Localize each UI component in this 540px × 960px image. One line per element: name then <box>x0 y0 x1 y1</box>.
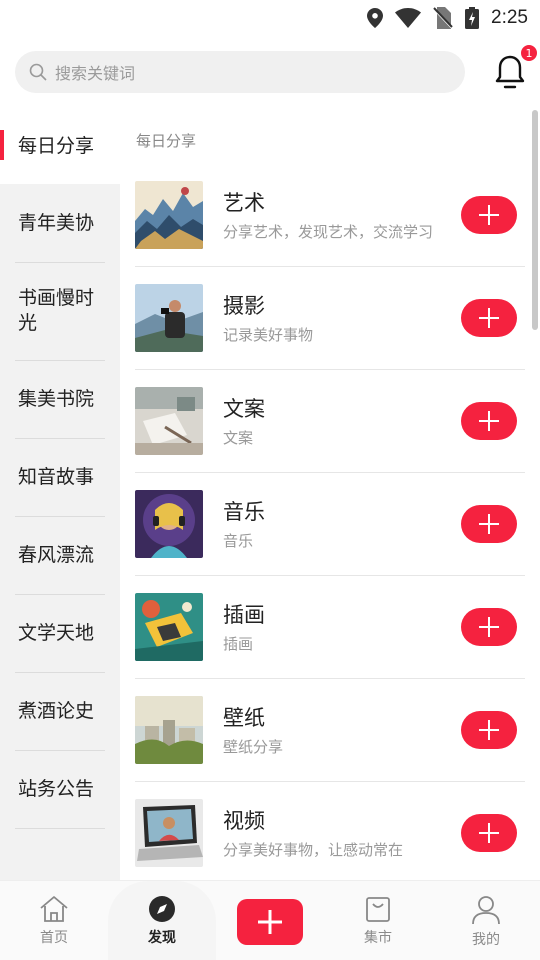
sidebar-item-label: 煮酒论史 <box>18 700 95 723</box>
card-description: 插画 <box>223 635 254 653</box>
plus-icon <box>479 205 499 225</box>
sidebar-item-calligraphy[interactable]: 书画慢时光 <box>0 263 120 359</box>
tab-label: 首页 <box>40 930 68 946</box>
user-icon <box>472 896 500 925</box>
card-description: 记录美好事物 <box>223 326 314 344</box>
plus-icon <box>479 617 499 637</box>
search-placeholder: 搜索关键词 <box>55 64 136 83</box>
thumbnail-image <box>135 387 203 455</box>
no-sim-icon <box>433 7 453 29</box>
list-item[interactable]: 壁纸 壁纸分享 <box>135 696 525 799</box>
card-title: 音乐 <box>223 500 265 524</box>
card-title: 壁纸 <box>223 706 265 730</box>
card-title: 摄影 <box>223 294 265 318</box>
tab-label: 发现 <box>148 930 176 946</box>
card-description: 文案 <box>223 429 254 447</box>
category-sidebar: 每日分享 青年美协 书画慢时光 集美书院 知音故事 春风漂流 文学天地 煮酒论史… <box>0 108 120 880</box>
plus-icon <box>258 910 282 934</box>
list-item[interactable]: 文案 文案 <box>135 387 525 490</box>
add-button[interactable] <box>461 814 517 852</box>
card-title: 插画 <box>223 603 265 627</box>
thumbnail-image <box>135 696 203 764</box>
location-icon <box>367 8 384 28</box>
divider <box>135 472 525 473</box>
add-button[interactable] <box>461 402 517 440</box>
publish-button[interactable] <box>237 899 303 945</box>
list-item[interactable]: 音乐 音乐 <box>135 490 525 593</box>
list-item[interactable]: 摄影 记录美好事物 <box>135 284 525 387</box>
card-title: 视频 <box>223 809 265 833</box>
divider <box>135 781 525 782</box>
sidebar-item-label: 知音故事 <box>18 466 95 489</box>
sidebar-item-stories[interactable]: 知音故事 <box>0 439 120 516</box>
divider <box>135 369 525 370</box>
add-button[interactable] <box>461 608 517 646</box>
search-input[interactable]: 搜索关键词 <box>15 51 465 93</box>
sidebar-item-label: 青年美协 <box>18 211 95 234</box>
plus-icon <box>479 411 499 431</box>
notification-badge: 1 <box>520 44 538 62</box>
sidebar-item-youth-art[interactable]: 青年美协 <box>0 184 120 262</box>
tab-discover[interactable]: 发现 <box>108 881 216 960</box>
thumbnail-image <box>135 181 203 249</box>
sidebar-item-label: 书画慢时光 <box>18 287 95 334</box>
sidebar-item-label: 集美书院 <box>18 388 95 411</box>
add-button[interactable] <box>461 299 517 337</box>
card-title: 文案 <box>223 397 265 421</box>
sidebar-item-label: 每日分享 <box>18 134 95 157</box>
thumbnail-image <box>135 593 203 661</box>
thumbnail-image <box>135 490 203 558</box>
plus-icon <box>479 514 499 534</box>
tab-home[interactable]: 首页 <box>0 881 108 960</box>
notification-button[interactable]: 1 <box>490 44 538 92</box>
card-description: 分享美好事物，让感动常在 <box>223 841 404 859</box>
divider <box>15 828 105 829</box>
search-icon <box>29 63 47 81</box>
list-item[interactable]: 插画 插画 <box>135 593 525 696</box>
status-bar: 2:25 <box>0 0 540 36</box>
sidebar-item-academy[interactable]: 集美书院 <box>0 361 120 438</box>
card-description: 分享艺术，发现艺术，交流学习 <box>223 223 434 241</box>
tab-label: 我的 <box>472 932 500 948</box>
plus-icon <box>479 823 499 843</box>
battery-charging-icon <box>465 7 480 29</box>
tab-market[interactable]: 集市 <box>324 881 432 960</box>
list-item[interactable]: 艺术 分享艺术，发现艺术，交流学习 <box>135 181 525 284</box>
card-description: 音乐 <box>223 532 254 550</box>
thumbnail-image <box>135 284 203 352</box>
sidebar-item-label: 文学天地 <box>18 622 95 645</box>
add-button[interactable] <box>461 711 517 749</box>
compass-icon <box>149 896 175 922</box>
home-icon <box>40 896 68 922</box>
sidebar-item-label: 春风漂流 <box>18 544 95 567</box>
sidebar-item-label: 站务公告 <box>18 778 95 801</box>
bottom-tab-bar: 首页 发现 集市 我的 <box>0 880 540 960</box>
sidebar-item-announcements[interactable]: 站务公告 <box>0 751 120 828</box>
tab-profile[interactable]: 我的 <box>432 881 540 960</box>
divider <box>135 678 525 679</box>
scrollbar[interactable] <box>532 110 538 330</box>
thumbnail-image <box>135 799 203 867</box>
sidebar-item-history[interactable]: 煮酒论史 <box>0 673 120 750</box>
card-description: 壁纸分享 <box>223 738 284 756</box>
plus-icon <box>479 308 499 328</box>
wifi-icon <box>395 8 422 28</box>
tab-label: 集市 <box>364 930 392 946</box>
add-button[interactable] <box>461 196 517 234</box>
status-time: 2:25 <box>491 7 528 28</box>
sidebar-item-literature[interactable]: 文学天地 <box>0 595 120 672</box>
plus-icon <box>479 720 499 740</box>
add-button[interactable] <box>461 505 517 543</box>
sidebar-item-daily-share[interactable]: 每日分享 <box>0 108 120 184</box>
divider <box>135 575 525 576</box>
divider <box>135 266 525 267</box>
shopping-bag-icon <box>366 897 390 922</box>
section-title: 每日分享 <box>136 132 197 150</box>
sidebar-item-spring-drift[interactable]: 春风漂流 <box>0 517 120 594</box>
card-title: 艺术 <box>223 191 265 215</box>
